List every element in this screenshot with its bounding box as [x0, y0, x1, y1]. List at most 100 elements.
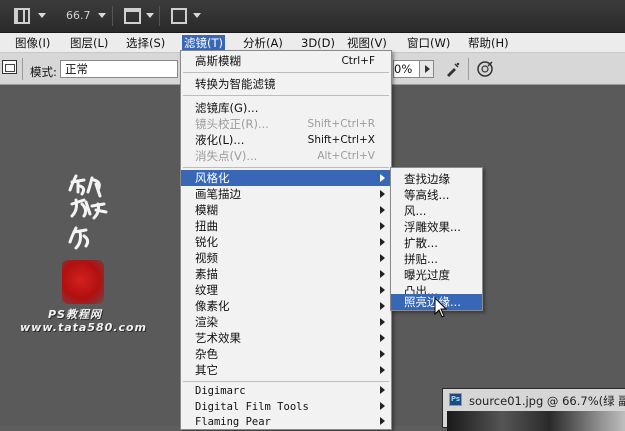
options-divider: [22, 58, 23, 80]
toolbar-divider: [112, 6, 113, 26]
airbrush-icon[interactable]: [444, 60, 462, 78]
mode-label: 模式:: [30, 65, 57, 79]
menu-item-texture[interactable]: 纹理: [181, 282, 391, 298]
menu-image[interactable]: 图像(I): [13, 35, 52, 51]
menu-item-liquify[interactable]: 液化(L)... Shift+Ctrl+X: [181, 132, 391, 148]
menu-item-brush-strokes[interactable]: 画笔描边: [181, 186, 391, 202]
submenu-item-trace-contour[interactable]: 等高线...: [391, 187, 482, 203]
menu-filter[interactable]: 滤镜(T): [182, 35, 225, 51]
red-seal-stamp: [62, 260, 104, 304]
chevron-down-icon[interactable]: [38, 13, 46, 18]
submenu-arrow-icon: [380, 254, 385, 262]
submenu-arrow-icon: [380, 238, 385, 246]
chevron-down-icon[interactable]: [98, 13, 106, 18]
menu-layer[interactable]: 图层(L): [68, 35, 110, 51]
shortcut-label: Ctrl+F: [341, 55, 375, 67]
submenu-item-tiles[interactable]: 拼贴...: [391, 251, 482, 267]
zoom-level-dropdown[interactable]: 66.7: [66, 9, 91, 22]
menu-item-sketch[interactable]: 素描: [181, 266, 391, 282]
menu-window[interactable]: 窗口(W): [405, 35, 452, 51]
calligraphy-watermark: [68, 174, 108, 250]
menu-item-pixelate[interactable]: 像素化: [181, 298, 391, 314]
mode-select[interactable]: 正常: [60, 60, 178, 78]
flow-percent-field[interactable]: 0%: [393, 60, 421, 78]
flow-slider-button[interactable]: [419, 60, 434, 78]
toolbar-divider: [159, 6, 160, 26]
submenu-arrow-icon: [380, 318, 385, 326]
menu-item-label: Digimarc: [195, 385, 246, 397]
menu-item-label: 高斯模糊: [195, 54, 241, 68]
menu-item-distort[interactable]: 扭曲: [181, 218, 391, 234]
application-bar: 66.7: [0, 0, 625, 33]
menu-item-label: 画笔描边: [195, 187, 241, 201]
document-canvas[interactable]: [447, 411, 625, 431]
menu-item-label: 滤镜库(G)...: [195, 101, 259, 115]
submenu-arrow-icon: [380, 222, 385, 230]
menu-item-stylize[interactable]: 风格化: [181, 170, 391, 186]
shortcut-label: Alt+Ctrl+V: [317, 150, 375, 162]
menu-3d[interactable]: 3D(D): [299, 35, 337, 51]
menu-item-label: 模糊: [195, 203, 218, 217]
menu-item-digital-film-tools[interactable]: Digital Film Tools: [181, 398, 391, 414]
submenu-item-wind[interactable]: 风...: [391, 203, 482, 219]
document-tab-title[interactable]: source01.jpg @ 66.7%(绿 副: [469, 393, 625, 409]
submenu-arrow-icon: [380, 190, 385, 198]
stylize-submenu: 查找边缘 等高线... 风... 浮雕效果... 扩散... 拼贴... 曝光过…: [390, 167, 483, 311]
submenu-arrow-icon: [380, 366, 385, 374]
submenu-arrow-icon: [380, 350, 385, 358]
menu-item-digimarc[interactable]: Digimarc: [181, 382, 391, 398]
menu-item-label: 素描: [195, 267, 218, 281]
arrange-documents-icon[interactable]: [124, 8, 141, 24]
tool-preset-icon[interactable]: [2, 60, 17, 74]
menu-analysis[interactable]: 分析(A): [241, 35, 285, 51]
menu-item-blur[interactable]: 模糊: [181, 202, 391, 218]
menu-item-label: Flaming Pear: [195, 416, 271, 428]
menu-help[interactable]: 帮助(H): [466, 35, 511, 51]
menu-item-convert-smart-filters[interactable]: 转换为智能滤镜: [181, 76, 391, 92]
menu-item-last-filter[interactable]: 高斯模糊 Ctrl+F: [181, 53, 391, 69]
menu-item-render[interactable]: 渲染: [181, 314, 391, 330]
menu-item-other[interactable]: 其它: [181, 362, 391, 378]
menu-item-lens-correction[interactable]: 镜头校正(R)... Shift+Ctrl+R: [181, 116, 391, 132]
menu-separator: [183, 167, 389, 168]
submenu-arrow-icon: [380, 334, 385, 342]
submenu-item-diffuse[interactable]: 扩散...: [391, 235, 482, 251]
shortcut-label: Shift+Ctrl+X: [307, 134, 375, 146]
chevron-down-icon[interactable]: [193, 13, 201, 18]
submenu-arrow-icon: [380, 270, 385, 278]
menu-item-vanishing-point[interactable]: 消失点(V)... Alt+Ctrl+V: [181, 148, 391, 164]
menu-item-label: 视频: [195, 251, 218, 265]
menu-item-label: 纹理: [195, 283, 218, 297]
submenu-item-solarize[interactable]: 曝光过度: [391, 267, 482, 283]
menu-item-artistic[interactable]: 艺术效果: [181, 330, 391, 346]
menu-item-label: 液化(L)...: [195, 133, 245, 147]
tablet-pressure-icon[interactable]: [476, 60, 494, 78]
submenu-item-emboss[interactable]: 浮雕效果...: [391, 219, 482, 235]
menu-item-flaming-pear[interactable]: Flaming Pear: [181, 413, 391, 429]
menu-item-label: 锐化: [195, 235, 218, 249]
menu-item-noise[interactable]: 杂色: [181, 346, 391, 362]
screen-mode-icon[interactable]: [171, 8, 187, 24]
shortcut-label: Shift+Ctrl+R: [307, 118, 375, 130]
menu-item-label: 渲染: [195, 315, 218, 329]
chevron-down-icon[interactable]: [146, 13, 154, 18]
submenu-arrow-icon: [380, 286, 385, 294]
submenu-arrow-icon: [380, 417, 385, 425]
submenu-arrow-icon: [380, 386, 385, 394]
watermark-site-name: PS教程网: [48, 308, 102, 321]
photoshop-document-icon: Ps: [449, 393, 462, 406]
menu-view[interactable]: 视图(V): [345, 35, 389, 51]
submenu-item-find-edges[interactable]: 查找边缘: [391, 171, 482, 187]
menu-item-sharpen[interactable]: 锐化: [181, 234, 391, 250]
menu-item-label: 镜头校正(R)...: [195, 117, 269, 131]
menu-select[interactable]: 选择(S): [124, 35, 167, 51]
menu-item-label: 像素化: [195, 299, 230, 313]
menu-item-video[interactable]: 视频: [181, 250, 391, 266]
menu-separator: [183, 72, 389, 73]
menu-item-label: Digital Film Tools: [195, 401, 309, 413]
options-divider: [468, 58, 469, 80]
launch-bridge-icon[interactable]: [14, 8, 30, 24]
document-window[interactable]: Ps source01.jpg @ 66.7%(绿 副: [442, 388, 625, 431]
menu-item-label: 艺术效果: [195, 331, 241, 345]
menu-item-filter-gallery[interactable]: 滤镜库(G)...: [181, 100, 391, 116]
